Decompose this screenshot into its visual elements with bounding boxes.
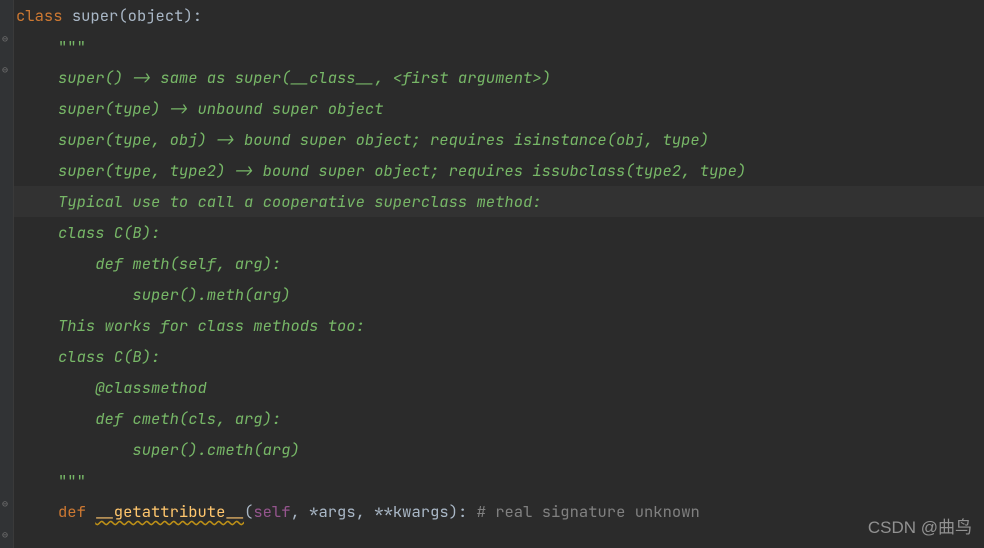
method-name: __getattribute__ bbox=[95, 501, 244, 522]
comment: # real signature unknown bbox=[477, 501, 700, 522]
code-line[interactable]: def meth(self, arg): bbox=[14, 248, 984, 279]
code-line[interactable]: def __getattribute__(self, *args, **kwar… bbox=[14, 496, 984, 527]
code-line[interactable]: super().meth(arg) bbox=[14, 279, 984, 310]
docstring-text: super() -> same as super(__class__, <fir… bbox=[58, 67, 551, 88]
code-line[interactable]: """ bbox=[14, 31, 984, 62]
code-line[interactable]: @classmethod bbox=[14, 372, 984, 403]
docstring-text: This works for class methods too: bbox=[58, 315, 365, 336]
paren: ( bbox=[244, 501, 253, 522]
docstring-text: class C(B): bbox=[58, 346, 160, 367]
docstring-text: super().cmeth(arg) bbox=[58, 439, 300, 460]
code-line[interactable]: super(type) -> unbound super object bbox=[14, 93, 984, 124]
keyword-def: def bbox=[58, 501, 95, 522]
code-line[interactable]: class C(B): bbox=[14, 217, 984, 248]
code-line[interactable]: This works for class methods too: bbox=[14, 310, 984, 341]
docstring-quote: """ bbox=[58, 36, 86, 57]
code-line[interactable]: class C(B): bbox=[14, 341, 984, 372]
docstring-quote: """ bbox=[58, 470, 86, 491]
param-self: self bbox=[253, 501, 290, 522]
fold-icon[interactable]: ⊖ bbox=[2, 499, 12, 509]
code-editor[interactable]: class super(object): """ super() -> same… bbox=[14, 0, 984, 527]
code-line[interactable]: super(type, obj) -> bound super object; … bbox=[14, 124, 984, 155]
docstring-text: class C(B): bbox=[58, 222, 160, 243]
paren-colon: ): bbox=[183, 5, 202, 26]
docstring-text: @classmethod bbox=[58, 377, 207, 398]
code-line[interactable]: """ bbox=[14, 465, 984, 496]
base-class: object bbox=[128, 5, 184, 26]
docstring-text: def cmeth(cls, arg): bbox=[58, 408, 281, 429]
fold-icon[interactable]: ⊖ bbox=[2, 65, 12, 75]
docstring-text: Typical use to call a cooperative superc… bbox=[58, 191, 542, 212]
comma: , bbox=[291, 501, 310, 522]
comma: , bbox=[356, 501, 375, 522]
docstring-text: super(type, type2) -> bound super object… bbox=[58, 160, 746, 181]
keyword-class: class bbox=[16, 5, 72, 26]
code-line[interactable]: super() -> same as super(__class__, <fir… bbox=[14, 62, 984, 93]
docstring-text: def meth(self, arg): bbox=[58, 253, 281, 274]
code-line[interactable]: def cmeth(cls, arg): bbox=[14, 403, 984, 434]
code-line[interactable]: class super(object): bbox=[14, 0, 984, 31]
watermark: CSDN @曲鸟 bbox=[868, 513, 972, 538]
code-line[interactable]: super(type, type2) -> bound super object… bbox=[14, 155, 984, 186]
fold-icon[interactable]: ⊖ bbox=[2, 34, 12, 44]
docstring-text: super().meth(arg) bbox=[58, 284, 291, 305]
paren: ( bbox=[118, 5, 127, 26]
param: kwargs bbox=[393, 501, 449, 522]
param: args bbox=[318, 501, 355, 522]
fold-icon[interactable]: ⊖ bbox=[2, 530, 12, 540]
editor-gutter: ⊖ ⊖ ⊖ ⊖ bbox=[0, 0, 14, 548]
code-line-current[interactable]: Typical use to call a cooperative superc… bbox=[14, 186, 984, 217]
docstring-text: super(type) -> unbound super object bbox=[58, 98, 384, 119]
class-name: super bbox=[72, 5, 119, 26]
paren-colon: ): bbox=[449, 501, 477, 522]
docstring-text: super(type, obj) -> bound super object; … bbox=[58, 129, 709, 150]
star: ** bbox=[374, 501, 393, 522]
code-line[interactable]: super().cmeth(arg) bbox=[14, 434, 984, 465]
